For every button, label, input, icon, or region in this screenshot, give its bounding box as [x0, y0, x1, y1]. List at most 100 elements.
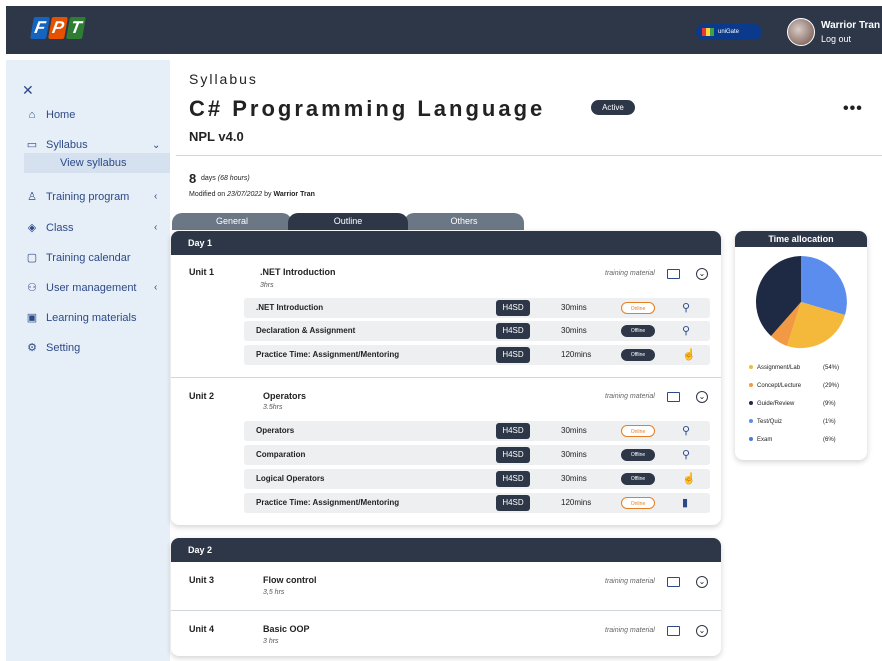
expand-chevron-icon[interactable]: ⌄ — [696, 268, 708, 280]
sidebar-item-syllabus[interactable]: ▭ Syllabus — [26, 139, 88, 151]
list-item[interactable]: Logical Operators H4SD 30mins Offline ☝ — [244, 469, 710, 489]
unigate-button[interactable]: uniGate — [696, 24, 762, 40]
legend-item: Exam (6%) — [749, 437, 859, 443]
list-item[interactable]: Comparation H4SD 30mins Offline ⚲ — [244, 445, 710, 465]
calendar-icon: ▢ — [26, 252, 38, 264]
unit-label: Unit 4 — [189, 624, 215, 634]
session-name: Comparation — [256, 450, 306, 459]
chevron-down-icon[interactable]: ⌄ — [152, 140, 160, 151]
modified-prefix: Modified on — [189, 191, 226, 198]
chevron-left-icon[interactable]: ‹ — [154, 222, 157, 233]
sidebar-item-label: Class — [46, 222, 74, 234]
expand-chevron-icon[interactable]: ⌄ — [696, 625, 708, 637]
logout-link[interactable]: Log out — [821, 34, 851, 44]
unit-name: Flow control — [263, 575, 317, 585]
unit-duration: 3.5hrs — [263, 404, 283, 411]
session-duration: 120mins — [561, 498, 592, 507]
list-item[interactable]: Declaration & Assignment H4SD 30mins Off… — [244, 321, 710, 341]
sidebar-item-label: Syllabus — [46, 139, 88, 151]
unit-label: Unit 3 — [189, 575, 215, 585]
legend-item: Assignment/Lab (54%) — [749, 365, 859, 371]
page-title: C# Programming Language — [189, 96, 546, 121]
chat-person-icon: ⚲ — [682, 449, 691, 461]
delivery-status-badge: Online — [621, 302, 655, 314]
session-name: Practice Time: Assignment/Mentoring — [256, 498, 400, 507]
hand-icon: ☝ — [682, 473, 696, 485]
session-duration: 30mins — [561, 474, 587, 483]
unit-name: .NET Introduction — [260, 267, 336, 277]
tab-general[interactable]: General — [172, 213, 292, 230]
legend-percent: (29%) — [823, 383, 840, 389]
expand-chevron-icon[interactable]: ⌄ — [696, 576, 708, 588]
chevron-left-icon[interactable]: ‹ — [154, 191, 157, 202]
more-options-icon[interactable]: ••• — [843, 100, 863, 118]
session-name: Operators — [256, 426, 295, 435]
list-item[interactable]: Operators H4SD 30mins Online ⚲ — [244, 421, 710, 441]
expand-chevron-icon[interactable]: ⌄ — [696, 391, 708, 403]
sidebar-item-training-program[interactable]: ♙ Training program — [26, 191, 129, 203]
delivery-status-badge: Offline — [621, 473, 655, 485]
session-name: .NET Introduction — [256, 303, 324, 312]
legend-label: Assignment/Lab — [757, 365, 801, 371]
folder-icon[interactable] — [667, 392, 680, 402]
legend-label: Concept/Lecture — [757, 383, 802, 389]
legend-item: Guide/Review (9%) — [749, 401, 859, 407]
day-card: Day 1 Unit 1 .NET Introduction 3hrs trai… — [171, 231, 721, 525]
session-duration: 120mins — [561, 350, 592, 359]
legend-label: Exam — [757, 437, 773, 443]
session-name: Declaration & Assignment — [256, 326, 356, 335]
materials-icon: ▣ — [26, 312, 38, 324]
modified-by: Warrior Tran — [273, 191, 315, 198]
list-item[interactable]: Practice Time: Assignment/Mentoring H4SD… — [244, 345, 710, 365]
close-icon[interactable]: ✕ — [22, 82, 34, 99]
session-duration: 30mins — [561, 426, 587, 435]
training-program-icon: ♙ — [27, 191, 37, 203]
sidebar-item-label: Training program — [46, 191, 130, 203]
modified-by-word: by — [264, 191, 272, 198]
sidebar-subitem-view-syllabus[interactable]: View syllabus — [24, 153, 170, 173]
divider — [176, 155, 882, 156]
sidebar-item-training-calendar[interactable]: ▢ Training calendar — [26, 252, 131, 264]
sidebar-item-setting[interactable]: ⚙ Setting — [26, 342, 80, 354]
tab-outline[interactable]: Outline — [288, 213, 408, 230]
home-icon: ⌂ — [28, 109, 36, 121]
delivery-status-badge: Offline — [621, 349, 655, 361]
chevron-left-icon[interactable]: ‹ — [154, 282, 157, 293]
day-card: Day 2 Unit 3 Flow control 3,5 hrs traini… — [171, 538, 721, 656]
legend-dot — [749, 383, 753, 388]
output-standard-badge: H4SD — [496, 300, 530, 316]
breadcrumb: Syllabus — [189, 71, 258, 87]
day-header[interactable]: Day 1 — [171, 231, 721, 255]
output-standard-badge: H4SD — [496, 495, 530, 511]
status-badge: Active — [591, 100, 635, 115]
session-name: Practice Time: Assignment/Mentoring — [256, 350, 400, 359]
divider — [171, 377, 721, 378]
sidebar-item-class[interactable]: ◈ Class — [26, 222, 74, 234]
folder-icon[interactable] — [667, 269, 680, 279]
user-name: Warrior Tran — [821, 20, 881, 31]
legend-dot — [749, 437, 753, 442]
delivery-status-badge: Online — [621, 497, 655, 509]
delivery-status-badge: Online — [621, 425, 655, 437]
output-standard-badge: H4SD — [496, 347, 530, 363]
sidebar-item-home[interactable]: ⌂ Home — [26, 109, 76, 121]
unigate-label: uniGate — [718, 29, 740, 35]
book-icon: ▭ — [26, 139, 38, 151]
sidebar-item-user-management[interactable]: ⚇ User management — [26, 282, 136, 294]
training-material-label: training material — [605, 393, 655, 400]
folder-icon[interactable] — [667, 626, 680, 636]
tab-others[interactable]: Others — [404, 213, 524, 230]
list-item[interactable]: Practice Time: Assignment/Mentoring H4SD… — [244, 493, 710, 513]
day-header[interactable]: Day 2 — [171, 538, 721, 562]
notebook-icon: ▮ — [682, 497, 689, 509]
list-item[interactable]: .NET Introduction H4SD 30mins Online ⚲ — [244, 298, 710, 318]
training-material-label: training material — [605, 627, 655, 634]
delivery-status-badge: Offline — [621, 325, 655, 337]
avatar[interactable] — [787, 18, 815, 46]
days-summary: days (68 hours) — [201, 175, 250, 182]
folder-icon[interactable] — [667, 577, 680, 587]
fpt-logo[interactable]: F P T — [30, 17, 86, 39]
sidebar-item-learning-materials[interactable]: ▣ Learning materials — [26, 312, 137, 324]
users-icon: ⚇ — [27, 282, 37, 294]
hours-label: (68 hours) — [217, 175, 250, 182]
